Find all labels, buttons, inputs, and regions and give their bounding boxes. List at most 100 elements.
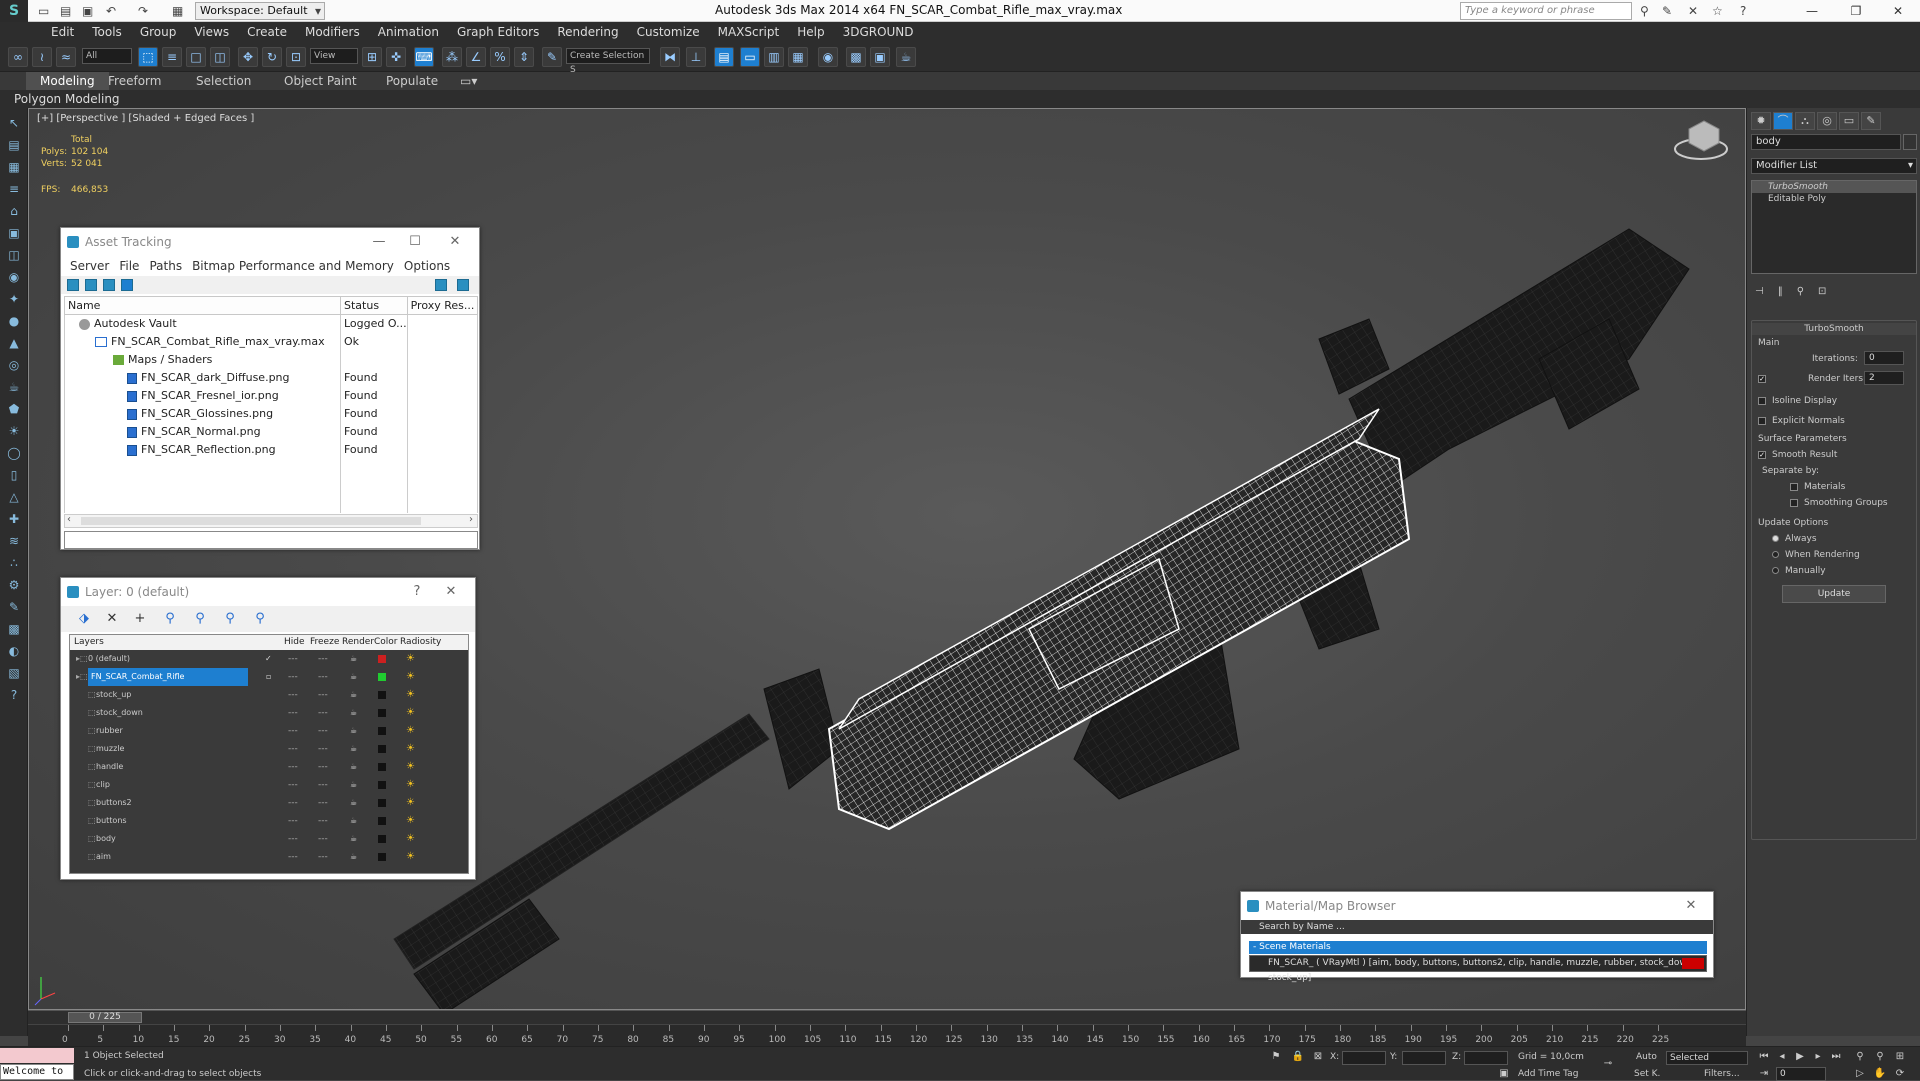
sphere-icon[interactable]: ● xyxy=(5,312,23,330)
tools-icon[interactable]: ✎ xyxy=(1662,3,1672,19)
render-teapot-icon[interactable]: ☕ xyxy=(350,740,357,758)
grid-view-icon[interactable] xyxy=(121,279,133,291)
go-to-start-icon[interactable]: ⏮ xyxy=(1756,1050,1772,1064)
layer-explorer-titlebar[interactable]: Layer: 0 (default) ? ✕ xyxy=(61,578,475,606)
column-status[interactable]: Status xyxy=(340,296,408,315)
table-row[interactable]: FN_SCAR_Fresnel_ior.png Found xyxy=(64,386,479,405)
communication-center-icon[interactable]: ✕ xyxy=(1688,3,1698,19)
hide-toggle[interactable]: --- xyxy=(288,848,298,866)
menu-animation[interactable]: Animation xyxy=(369,22,448,42)
add-to-layer-icon[interactable]: ⚲ xyxy=(163,612,177,626)
select-tool-icon[interactable]: ↖ xyxy=(5,114,23,132)
modifier-list-dropdown[interactable]: Modifier List ▾ xyxy=(1751,158,1917,174)
set-current-layer-icon[interactable]: ▫ xyxy=(266,668,271,686)
help-search-input[interactable]: Type a keyword or phrase xyxy=(1460,2,1632,20)
list-icon[interactable]: ≡ xyxy=(5,180,23,198)
column-render[interactable]: Render xyxy=(342,635,374,650)
zoom-all-icon[interactable]: ⚲ xyxy=(1872,1050,1888,1064)
select-object-icon[interactable]: ⬚ xyxy=(138,47,158,67)
hide-toggle[interactable]: --- xyxy=(288,704,298,722)
edit-named-selection-icon[interactable]: ✎ xyxy=(542,47,562,67)
material-editor-icon[interactable]: ◉ xyxy=(818,47,838,67)
freeze-toggle[interactable]: --- xyxy=(318,722,328,740)
create-tab-icon[interactable]: ✹ xyxy=(1751,112,1771,130)
key-mode-icon[interactable]: ⇥ xyxy=(1756,1067,1772,1081)
stack-item-turbosmooth[interactable]: TurboSmooth xyxy=(1752,181,1916,193)
menu-modifiers[interactable]: Modifiers xyxy=(296,22,369,42)
ribbon-options-icon[interactable]: ▭▾ xyxy=(460,72,477,90)
application-menu-button[interactable]: S xyxy=(0,0,28,22)
key-filters-button[interactable]: Filters... xyxy=(1704,1069,1740,1079)
select-highlighted-icon[interactable]: ⬗ xyxy=(77,612,91,626)
hide-unhide-icon[interactable]: ⚲ xyxy=(253,612,267,626)
previous-frame-icon[interactable]: ◂ xyxy=(1774,1050,1790,1064)
material-browser-titlebar[interactable]: Material/Map Browser ✕ xyxy=(1241,892,1713,920)
viewport-config-icon[interactable]: ▧ xyxy=(5,664,23,682)
layer-color-swatch[interactable] xyxy=(378,763,386,771)
menu-rendering[interactable]: Rendering xyxy=(548,22,627,42)
align-icon[interactable]: ⊥ xyxy=(686,47,706,67)
curve-editor-icon[interactable]: ▥ xyxy=(764,47,784,67)
layer-color-swatch[interactable] xyxy=(378,709,386,717)
percent-snap-icon[interactable]: % xyxy=(490,47,510,67)
rendered-frame-window-icon[interactable]: ▣ xyxy=(870,47,890,67)
object-name-field[interactable]: body xyxy=(1751,134,1901,150)
graphite-icon[interactable]: ▦ xyxy=(5,158,23,176)
table-row[interactable]: FN_SCAR_Combat_Rifle_max_vray.max Ok xyxy=(64,332,479,351)
bind-space-warp-icon[interactable]: ≈ xyxy=(56,47,76,67)
pyramid-icon[interactable]: △ xyxy=(5,488,23,506)
stack-tools-icons[interactable]: ⊣‖⚲⊡ xyxy=(1755,286,1840,297)
favorites-star-icon[interactable]: ☆ xyxy=(1712,3,1723,19)
play-icon[interactable]: ▶ xyxy=(1792,1050,1808,1064)
current-layer-check-icon[interactable]: ✓ xyxy=(265,650,272,668)
layer-row[interactable]: ▸ ⬚ FN_SCAR_Combat_Rifle ▫ --- --- ☕ ☀ xyxy=(70,668,468,686)
layer-row[interactable]: ⬚ clip --- --- ☕ ☀ xyxy=(70,776,468,794)
scene-materials-category[interactable]: - Scene Materials xyxy=(1249,941,1707,954)
key-filter-dropdown[interactable]: Selected xyxy=(1666,1051,1748,1065)
table-row[interactable]: FN_SCAR_Reflection.png Found xyxy=(64,440,479,459)
menu-edit[interactable]: Edit xyxy=(42,22,83,42)
column-layers[interactable]: Layers xyxy=(74,635,104,650)
menu-file[interactable]: File xyxy=(114,256,144,276)
render-teapot-icon[interactable]: ☕ xyxy=(350,650,357,668)
scene-icon[interactable]: ◫ xyxy=(5,246,23,264)
radiosity-sun-icon[interactable]: ☀ xyxy=(406,668,415,686)
layer-color-swatch[interactable] xyxy=(378,835,386,843)
column-radiosity[interactable]: Radiosity xyxy=(400,635,441,650)
select-by-name-icon[interactable]: ≡ xyxy=(162,47,182,67)
modifiers-icon[interactable]: ⌂ xyxy=(5,202,23,220)
add-time-tag-button[interactable]: Add Time Tag xyxy=(1518,1069,1578,1079)
layer-color-swatch[interactable] xyxy=(378,781,386,789)
camera-icon[interactable]: ◉ xyxy=(5,268,23,286)
hide-toggle[interactable]: --- xyxy=(288,686,298,704)
render-setup-icon[interactable]: ▩ xyxy=(846,47,866,67)
space-warp-icon[interactable]: ≋ xyxy=(5,532,23,550)
update-manually-radio[interactable]: Manually xyxy=(1772,565,1826,577)
x-coordinate-field[interactable] xyxy=(1342,1051,1386,1065)
material-search-input[interactable]: Search by Name ... xyxy=(1241,920,1713,934)
binoculars-icon[interactable]: ⚲ xyxy=(1640,3,1649,19)
utilities-tab-icon[interactable]: ✎ xyxy=(1861,112,1881,130)
current-frame-field[interactable]: 0 xyxy=(1776,1067,1826,1081)
z-coordinate-field[interactable] xyxy=(1464,1051,1508,1065)
scroll-left-icon[interactable]: ‹ xyxy=(67,514,71,525)
radiosity-sun-icon[interactable]: ☀ xyxy=(406,794,415,812)
zoom-extents-icon[interactable]: ⊞ xyxy=(1892,1050,1908,1064)
table-row[interactable]: Autodesk Vault Logged O... xyxy=(64,314,479,333)
maxscript-listener-output[interactable] xyxy=(0,1048,74,1063)
workspace-dropdown[interactable]: Workspace: Default xyxy=(195,2,325,20)
redo-icon[interactable]: ↷ xyxy=(138,3,148,19)
help-icon[interactable] xyxy=(435,279,447,291)
y-coordinate-field[interactable] xyxy=(1402,1051,1446,1065)
toggle-ribbon-icon[interactable]: ▭ xyxy=(740,47,760,67)
hide-toggle[interactable]: --- xyxy=(288,668,298,686)
layer-color-swatch[interactable] xyxy=(378,799,386,807)
column-proxy-res[interactable]: Proxy Res... xyxy=(406,296,479,315)
render-teapot-icon[interactable]: ☕ xyxy=(350,704,357,722)
hierarchy-tab-icon[interactable]: ⛬ xyxy=(1795,112,1815,130)
next-frame-icon[interactable]: ▸ xyxy=(1810,1050,1826,1064)
update-button[interactable]: Update xyxy=(1782,585,1886,603)
menu-graph-editors[interactable]: Graph Editors xyxy=(448,22,548,42)
iterations-spinner[interactable]: 0 xyxy=(1864,351,1904,365)
help-icon[interactable]: ? xyxy=(1740,3,1746,19)
